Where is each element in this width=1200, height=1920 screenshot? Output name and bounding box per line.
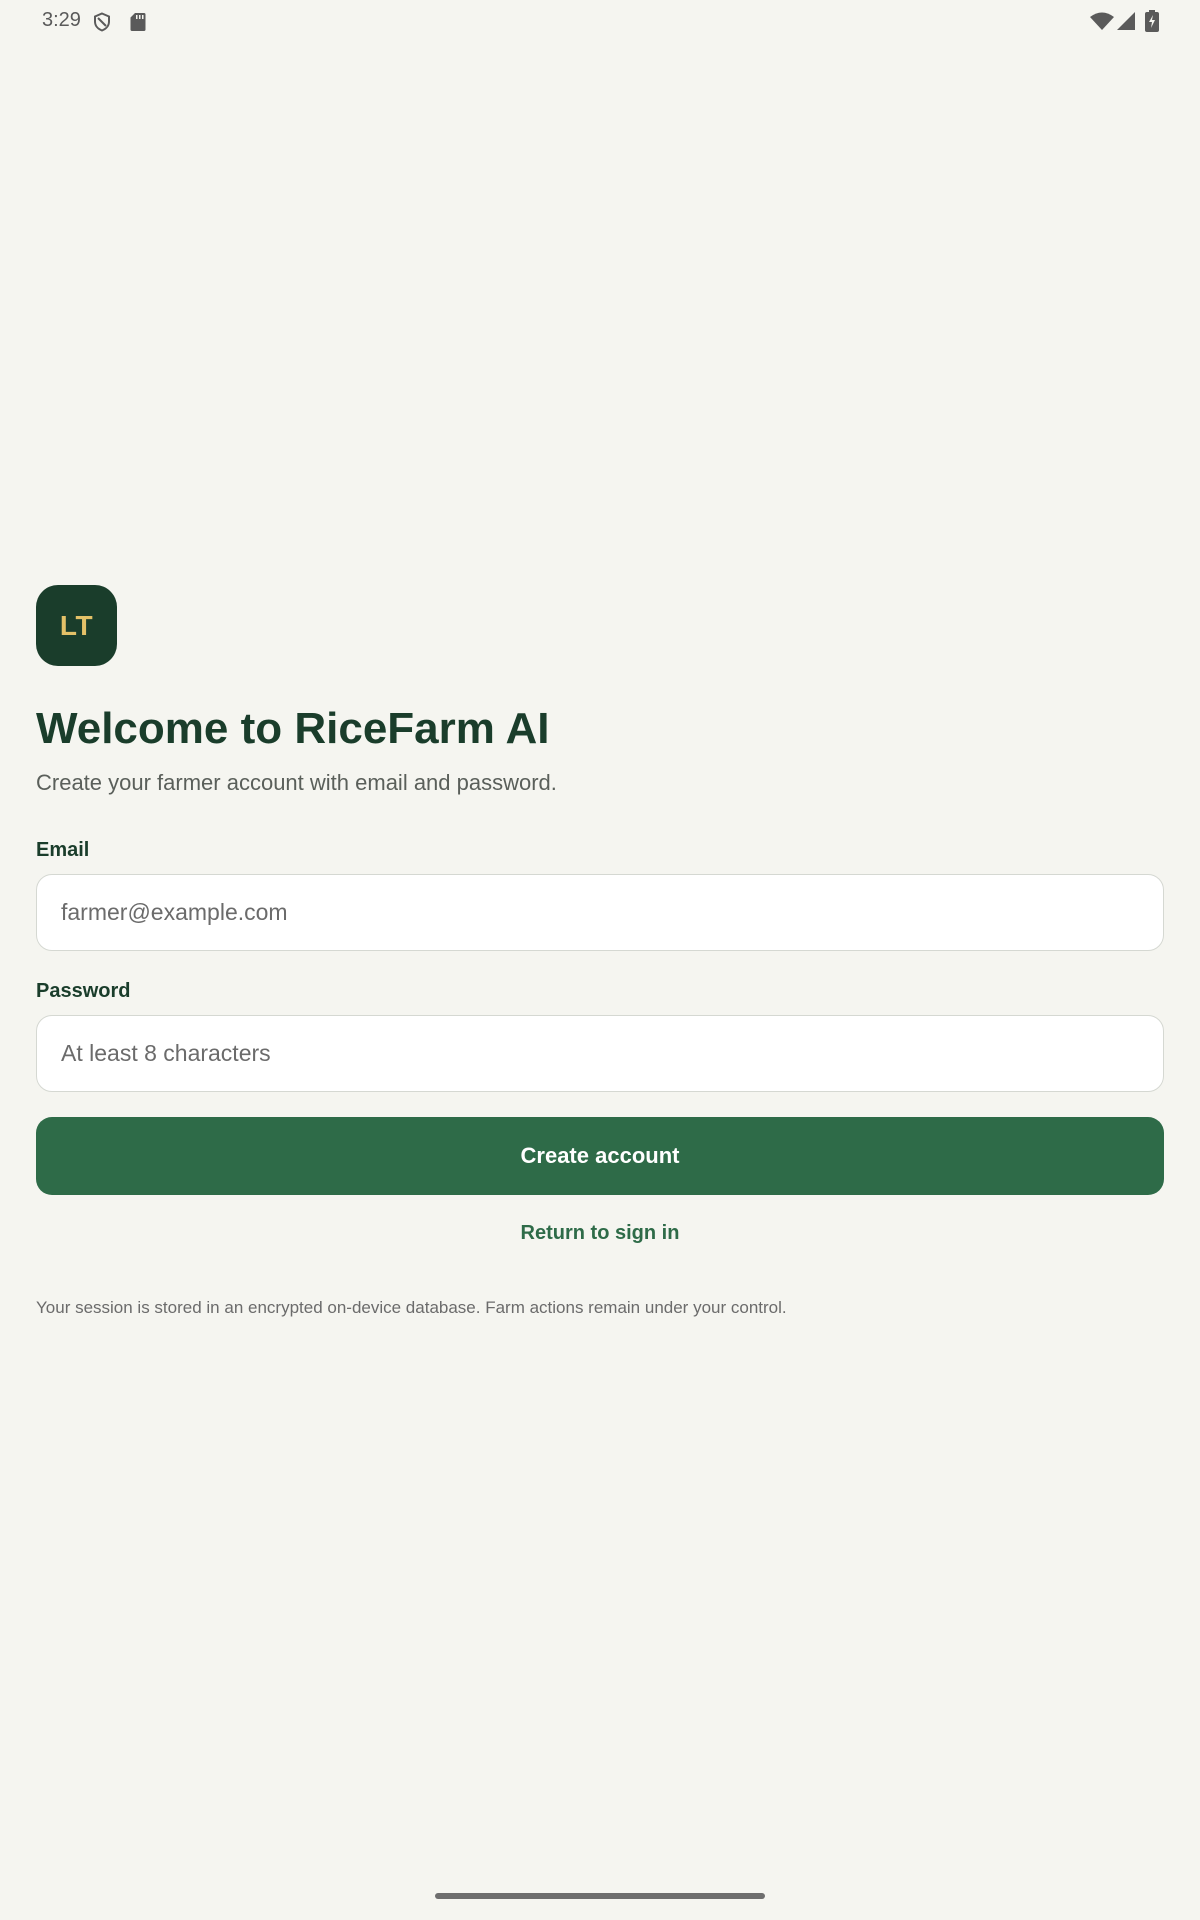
create-account-button[interactable]: Create account (36, 1117, 1164, 1195)
gesture-nav-handle[interactable] (435, 1893, 765, 1899)
wifi-icon (1090, 12, 1114, 30)
battery-charging-icon (1145, 10, 1159, 32)
shield-icon (94, 12, 110, 32)
sd-card-icon (130, 13, 146, 31)
email-field[interactable] (36, 874, 1164, 951)
app-logo: LT (36, 585, 117, 666)
cell-signal-icon (1117, 12, 1135, 30)
status-bar: 3:29 (0, 0, 1200, 44)
return-to-sign-in-link[interactable]: Return to sign in (521, 1222, 680, 1245)
signup-form-container: LT Welcome to RiceFarm AI Create your fa… (36, 585, 1164, 1319)
page-subtitle: Create your farmer account with email an… (36, 770, 557, 795)
password-label: Password (36, 980, 131, 1002)
session-footnote: Your session is stored in an encrypted o… (36, 1298, 787, 1317)
page-title: Welcome to RiceFarm AI (36, 704, 550, 753)
email-label: Email (36, 839, 90, 861)
password-field[interactable] (36, 1015, 1164, 1092)
status-time: 3:29 (42, 9, 81, 31)
